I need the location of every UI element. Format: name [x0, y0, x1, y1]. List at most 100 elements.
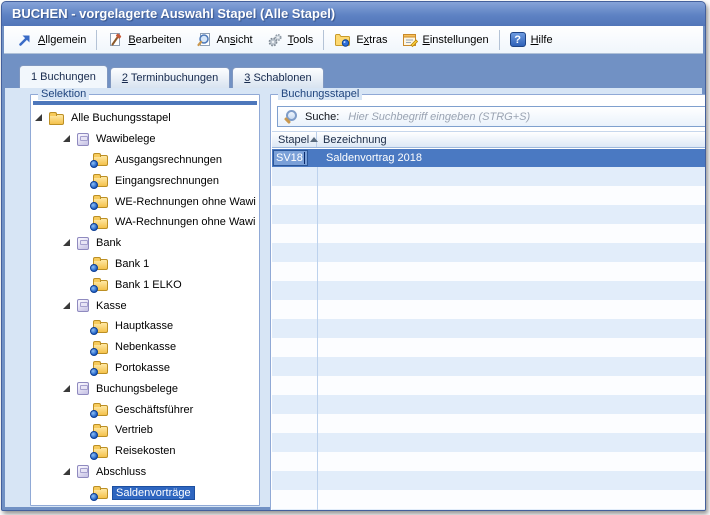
form-pencil-icon: [402, 32, 418, 48]
search-icon: [284, 110, 298, 123]
tree-item[interactable]: Saldenvorträge: [32, 482, 258, 503]
tree-item[interactable]: Portokasse: [32, 358, 258, 379]
main-toolbar: Allgemein Bearbeiten Ansicht Tools Extra…: [4, 26, 703, 54]
tab-terminbuchungen[interactable]: 2 Terminbuchungen: [110, 67, 230, 88]
tree-item[interactable]: Ausgangsrechnungen: [32, 150, 258, 171]
tree-item[interactable]: WA-Rechnungen ohne Wawi: [32, 212, 258, 233]
question-mark-icon: [510, 32, 526, 47]
tree-item[interactable]: Wawibelege: [32, 129, 258, 150]
selektion-tree: Alle Buchungsstapel Wawibelege Ausgangsr…: [32, 108, 258, 504]
search-bar[interactable]: Suche:: [277, 106, 706, 127]
tree-item[interactable]: Reisekosten: [32, 441, 258, 462]
gears-icon: [267, 32, 283, 48]
tree-item-icon: [93, 280, 108, 291]
toolbar-button-extras[interactable]: Extras: [327, 30, 394, 50]
magnifier-page-icon: [196, 32, 212, 48]
hammer-page-icon: [107, 32, 123, 48]
tab-schablonen[interactable]: 3 Schablonen: [232, 67, 323, 88]
tree-item-icon: [93, 405, 108, 416]
toolbar-button-einstellungen[interactable]: Einstellungen: [395, 30, 496, 50]
cell-stapel[interactable]: SV18: [272, 150, 317, 166]
tree-item-icon: [77, 382, 89, 395]
tree-item-icon: [93, 176, 108, 187]
tree-item[interactable]: Geschäftsführer: [32, 399, 258, 420]
table-empty-rows[interactable]: [272, 167, 706, 510]
tree-item-label: Geschäftsführer: [112, 403, 196, 417]
toolbar-separator: [323, 30, 324, 50]
toolbar-button-label: Allgemein: [38, 34, 86, 46]
toolbar-button-label: Hilfe: [531, 34, 553, 46]
tree-item-label: Saldenvorträge: [112, 486, 195, 500]
tree-item[interactable]: Bank 1 ELKO: [32, 274, 258, 295]
window-titlebar[interactable]: BUCHEN - vorgelagerte Auswahl Stapel (Al…: [2, 2, 705, 26]
tree-item-icon: [93, 259, 108, 270]
table-header: Stapel Bezeichnung: [272, 131, 706, 148]
tree-item[interactable]: Alle Buchungsstapel: [32, 108, 258, 129]
tree-item-icon: [93, 426, 108, 437]
tree-item-label: Alle Buchungsstapel: [68, 111, 174, 125]
column-header-bezeichnung[interactable]: Bezeichnung: [317, 132, 387, 147]
tree-item-label: Buchungsbelege: [93, 382, 181, 396]
tree-item-label: Abschluss: [93, 465, 149, 479]
toolbar-button-tools[interactable]: Tools: [260, 30, 321, 50]
tree-item-label: Portokasse: [112, 361, 173, 375]
tree-item[interactable]: WE-Rechnungen ohne Wawi: [32, 191, 258, 212]
folder-badge-icon: [334, 32, 351, 48]
tree-item-icon: [93, 322, 108, 333]
expand-triangle-icon[interactable]: [61, 383, 73, 395]
tree-item-label: Bank 1 ELKO: [112, 278, 185, 292]
toolbar-button-allgemein[interactable]: Allgemein: [10, 30, 93, 50]
tab-buchungen[interactable]: 1 Buchungen: [19, 65, 108, 88]
tree-item-label: WE-Rechnungen ohne Wawi: [112, 195, 258, 209]
tree-item-icon: [77, 133, 89, 146]
toolbar-button-hilfe[interactable]: Hilfe: [503, 30, 560, 49]
tree-item-icon: [77, 465, 89, 478]
tree-item[interactable]: Nebenkasse: [32, 337, 258, 358]
expand-triangle-icon[interactable]: [61, 237, 73, 249]
tree-item-label: Kasse: [93, 299, 130, 313]
toolbar-button-bearbeiten[interactable]: Bearbeiten: [100, 30, 188, 50]
tree-item[interactable]: Abschluss: [32, 462, 258, 483]
tree-item[interactable]: Kasse: [32, 295, 258, 316]
column-header-label: Stapel: [278, 134, 309, 146]
column-header-stapel[interactable]: Stapel: [272, 132, 317, 147]
search-input[interactable]: [346, 110, 706, 124]
table-row-selected[interactable]: SV18 Saldenvortrag 2018: [272, 149, 706, 167]
tree-item-label: Vertrieb: [112, 423, 156, 437]
tree-item-icon: [93, 197, 108, 208]
cell-bezeichnung: Saldenvortrag 2018: [317, 152, 706, 164]
selektion-groupbox: Selektion Alle Buchungsstapel Wawibelege: [30, 94, 260, 506]
expand-triangle-icon[interactable]: [61, 466, 73, 478]
column-separator: [317, 167, 318, 510]
tree-item-icon: [93, 488, 108, 499]
tree-item-label: Ausgangsrechnungen: [112, 153, 225, 167]
tree-item-icon: [93, 447, 108, 458]
expand-triangle-icon[interactable]: [33, 112, 45, 124]
tree-item-icon: [77, 299, 89, 312]
expand-triangle-icon[interactable]: [61, 300, 73, 312]
tree-item[interactable]: Bank: [32, 233, 258, 254]
tree-item[interactable]: Buchungsbelege: [32, 378, 258, 399]
tree-item-label: Nebenkasse: [112, 340, 179, 354]
buchungsstapel-groupbox: Buchungsstapel Suche: Stapel Bezeichnung: [270, 94, 706, 511]
buchungsstapel-group-label: Buchungsstapel: [278, 88, 362, 100]
tree-item-icon: [77, 237, 89, 250]
tree-item[interactable]: Vertrieb: [32, 420, 258, 441]
tree-accent-bar: [33, 101, 257, 105]
tree-item-icon: [93, 218, 108, 229]
tree-item[interactable]: Hauptkasse: [32, 316, 258, 337]
stapel-value: SV18: [276, 152, 303, 164]
tree-item[interactable]: Eingangsrechnungen: [32, 170, 258, 191]
tree-item-label: Eingangsrechnungen: [112, 174, 222, 188]
expand-triangle-icon[interactable]: [61, 133, 73, 145]
toolbar-button-ansicht[interactable]: Ansicht: [189, 30, 260, 50]
stapel-edit-box[interactable]: SV18: [273, 150, 308, 166]
tree-item[interactable]: Bank 1: [32, 254, 258, 275]
text-caret: [304, 152, 305, 164]
toolbar-separator: [499, 30, 500, 50]
toolbar-button-label: Extras: [356, 34, 387, 46]
toolbar-button-label: Einstellungen: [423, 34, 489, 46]
tree-item-label: WA-Rechnungen ohne Wawi: [112, 215, 258, 229]
toolbar-button-label: Ansicht: [217, 34, 253, 46]
tab-content: Selektion Alle Buchungsstapel Wawibelege: [5, 88, 702, 507]
